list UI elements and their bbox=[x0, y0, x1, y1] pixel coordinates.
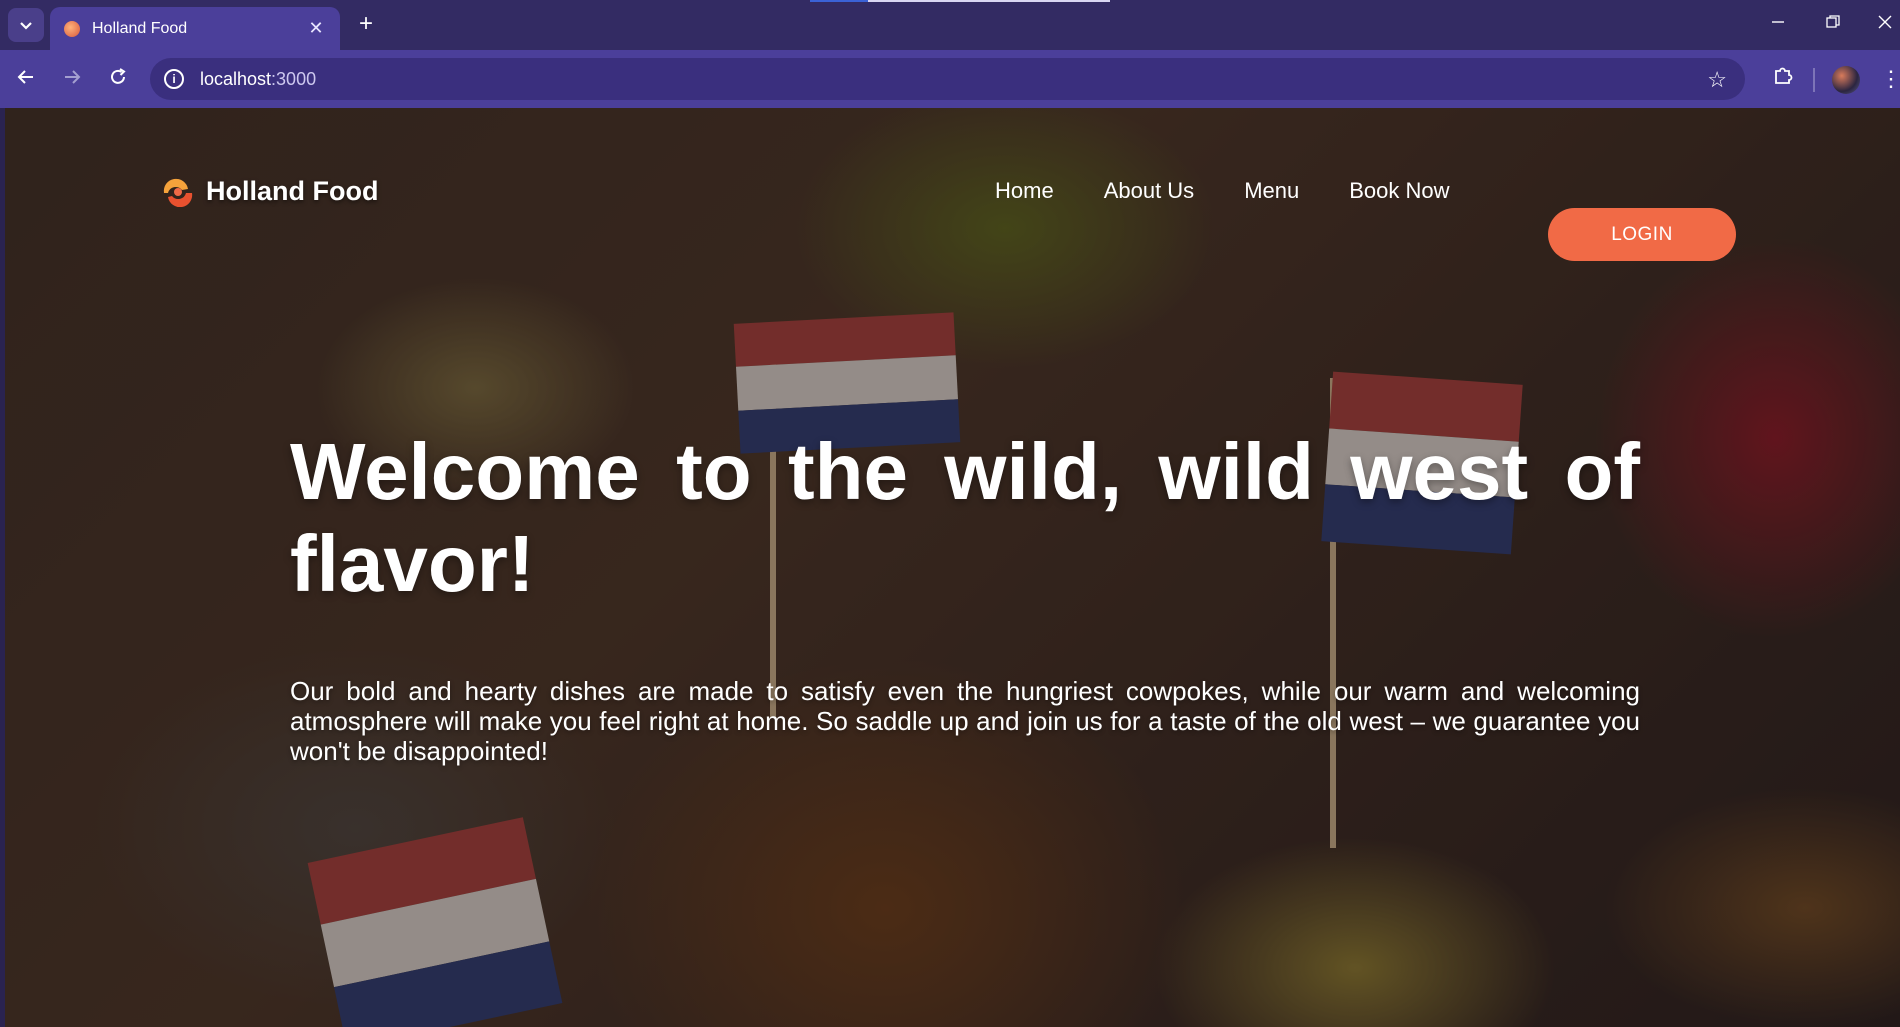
nav-home[interactable]: Home bbox=[995, 178, 1054, 204]
tab-search-button[interactable] bbox=[8, 8, 44, 42]
tab-title: Holland Food bbox=[92, 19, 188, 37]
main-nav: Home About Us Menu Book Now bbox=[995, 178, 1500, 204]
url-port: :3000 bbox=[271, 68, 317, 89]
page-viewport: Holland Food Home About Us Menu Book Now… bbox=[5, 108, 1900, 1027]
forward-icon[interactable] bbox=[56, 64, 88, 96]
nav-book-now[interactable]: Book Now bbox=[1349, 178, 1449, 204]
reload-icon[interactable] bbox=[102, 64, 134, 96]
url-host: localhost bbox=[200, 68, 272, 89]
tab-strip: Holland Food ✕ + bbox=[0, 0, 1900, 50]
address-bar[interactable]: i localhost:3000 ☆ bbox=[150, 58, 1745, 100]
avatar[interactable] bbox=[1832, 66, 1860, 94]
nav-about-us[interactable]: About Us bbox=[1104, 178, 1195, 204]
brand[interactable]: Holland Food bbox=[160, 176, 378, 207]
extensions-icon[interactable] bbox=[1768, 64, 1798, 94]
close-icon[interactable]: ✕ bbox=[306, 18, 326, 39]
back-icon[interactable] bbox=[10, 64, 42, 96]
star-icon[interactable]: ☆ bbox=[1707, 67, 1727, 93]
url-text[interactable]: localhost:3000 bbox=[200, 69, 316, 90]
restore-icon[interactable] bbox=[1810, 8, 1856, 38]
hero-title: Welcome to the wild, wild west of flavor… bbox=[290, 427, 1640, 608]
tab-favicon-icon bbox=[64, 20, 80, 37]
menu-kebab-icon[interactable]: ⋮ bbox=[1880, 64, 1900, 94]
brand-logo-icon bbox=[163, 178, 193, 207]
chevron-down-icon bbox=[20, 22, 32, 30]
hero-description: Our bold and hearty dishes are made to s… bbox=[290, 676, 1640, 766]
landing-page: Holland Food Home About Us Menu Book Now… bbox=[5, 108, 1900, 1027]
login-button[interactable]: LOGIN bbox=[1548, 208, 1736, 261]
nav-menu[interactable]: Menu bbox=[1244, 178, 1299, 204]
minimize-icon[interactable] bbox=[1755, 8, 1801, 38]
toolbar-divider bbox=[1813, 68, 1815, 92]
plus-icon[interactable]: + bbox=[352, 10, 380, 38]
tab-strip-highlight-accent bbox=[810, 0, 868, 2]
info-icon[interactable]: i bbox=[164, 69, 184, 89]
browser-tab[interactable]: Holland Food ✕ bbox=[50, 7, 340, 50]
window-close-icon[interactable] bbox=[1862, 8, 1900, 38]
brand-name: Holland Food bbox=[206, 176, 379, 206]
